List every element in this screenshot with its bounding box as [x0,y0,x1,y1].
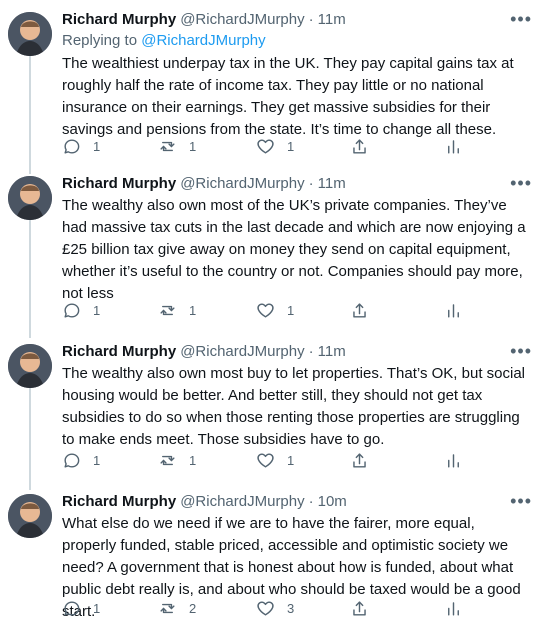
tweet[interactable]: Richard Murphy @RichardJMurphy · 11m •••… [0,8,550,158]
retweet-icon [160,603,175,613]
share-icon [353,600,366,616]
heart-icon [257,302,274,318]
share-icon [353,138,366,154]
retweet-count: 1 [189,452,197,468]
heart-icon [257,452,274,468]
tweet-header: Richard Murphy @RichardJMurphy · 11m [62,172,532,194]
share-button[interactable] [350,137,369,156]
share-button[interactable] [350,599,369,618]
reply-icon [64,600,80,616]
author-handle[interactable]: @RichardJMurphy [180,11,304,28]
reply-count: 1 [93,138,101,154]
heart-icon [257,600,274,616]
replying-to: Replying to @RichardJMurphy [62,30,532,52]
retweet-count: 1 [189,302,197,318]
retweet-icon [160,141,175,151]
analytics-icon [448,601,459,616]
replying-to-label: Replying to [62,32,138,49]
like-button[interactable]: 1 [256,137,294,156]
more-icon[interactable]: ••• [510,10,532,28]
tweet-text: The wealthy also own most of the UK’s pr… [62,197,526,302]
analytics-icon [448,139,459,154]
author-handle[interactable]: @RichardJMurphy [180,493,304,510]
tweet-header: Richard Murphy @RichardJMurphy · 11m [62,8,532,30]
author-name[interactable]: Richard Murphy [62,493,176,510]
reply-icon [64,138,80,154]
analytics-button[interactable] [444,301,463,320]
like-button[interactable]: 1 [256,301,294,320]
tweet[interactable]: Richard Murphy @RichardJMurphy · 11m •••… [0,172,550,332]
tweet-text: The wealthiest underpay tax in the UK. T… [62,55,514,138]
reply-count: 1 [93,452,101,468]
retweet-icon [160,305,175,315]
timestamp[interactable]: 11m [318,11,346,28]
retweet-count: 2 [189,600,197,616]
avatar[interactable] [8,494,52,538]
reply-icon [64,302,80,318]
author-name[interactable]: Richard Murphy [62,11,176,28]
analytics-button[interactable] [444,137,463,156]
reply-button[interactable]: 1 [62,137,100,156]
avatar[interactable] [8,176,52,220]
reply-button[interactable]: 1 [62,599,100,618]
like-count: 1 [287,302,295,318]
retweet-icon [160,455,175,465]
share-button[interactable] [350,301,369,320]
share-icon [353,452,366,468]
tweet-actions: 1 1 1 [62,448,462,472]
replying-to-handle[interactable]: @RichardJMurphy [141,32,265,49]
separator: · [308,10,314,28]
separator: · [308,342,314,360]
tweet-actions: 1 1 1 [62,298,462,322]
like-count: 1 [287,138,295,154]
more-icon[interactable]: ••• [510,342,532,360]
separator: · [308,492,314,510]
retweet-button[interactable]: 1 [158,451,196,470]
retweet-button[interactable]: 1 [158,301,196,320]
author-handle[interactable]: @RichardJMurphy [180,175,304,192]
share-icon [353,302,366,318]
retweet-button[interactable]: 1 [158,137,196,156]
tweet[interactable]: Richard Murphy @RichardJMurphy · 10m •••… [0,490,550,630]
tweet[interactable]: Richard Murphy @RichardJMurphy · 11m •••… [0,340,550,490]
timestamp[interactable]: 11m [318,175,346,192]
avatar[interactable] [8,344,52,388]
retweet-count: 1 [189,138,197,154]
author-handle[interactable]: @RichardJMurphy [180,343,304,360]
retweet-button[interactable]: 2 [158,599,196,618]
avatar[interactable] [8,12,52,56]
reply-count: 1 [93,302,101,318]
tweet-actions: 1 2 3 [62,596,462,620]
heart-icon [257,138,274,154]
reply-count: 1 [93,600,101,616]
more-icon[interactable]: ••• [510,492,532,510]
tweet-header: Richard Murphy @RichardJMurphy · 10m [62,490,532,512]
like-button[interactable]: 1 [256,451,294,470]
author-name[interactable]: Richard Murphy [62,175,176,192]
share-button[interactable] [350,451,369,470]
like-count: 3 [287,600,295,616]
analytics-button[interactable] [444,451,463,470]
tweet-actions: 1 1 1 [62,134,462,158]
more-icon[interactable]: ••• [510,174,532,192]
analytics-icon [448,453,459,468]
tweet-text: The wealthy also own most buy to let pro… [62,365,526,448]
timestamp[interactable]: 10m [318,493,347,510]
author-name[interactable]: Richard Murphy [62,343,176,360]
analytics-button[interactable] [444,599,463,618]
timestamp[interactable]: 11m [318,343,346,360]
reply-icon [64,452,80,468]
like-button[interactable]: 3 [256,599,294,618]
analytics-icon [448,303,459,318]
tweet-header: Richard Murphy @RichardJMurphy · 11m [62,340,532,362]
reply-button[interactable]: 1 [62,301,100,320]
separator: · [308,174,314,192]
like-count: 1 [287,452,295,468]
reply-button[interactable]: 1 [62,451,100,470]
